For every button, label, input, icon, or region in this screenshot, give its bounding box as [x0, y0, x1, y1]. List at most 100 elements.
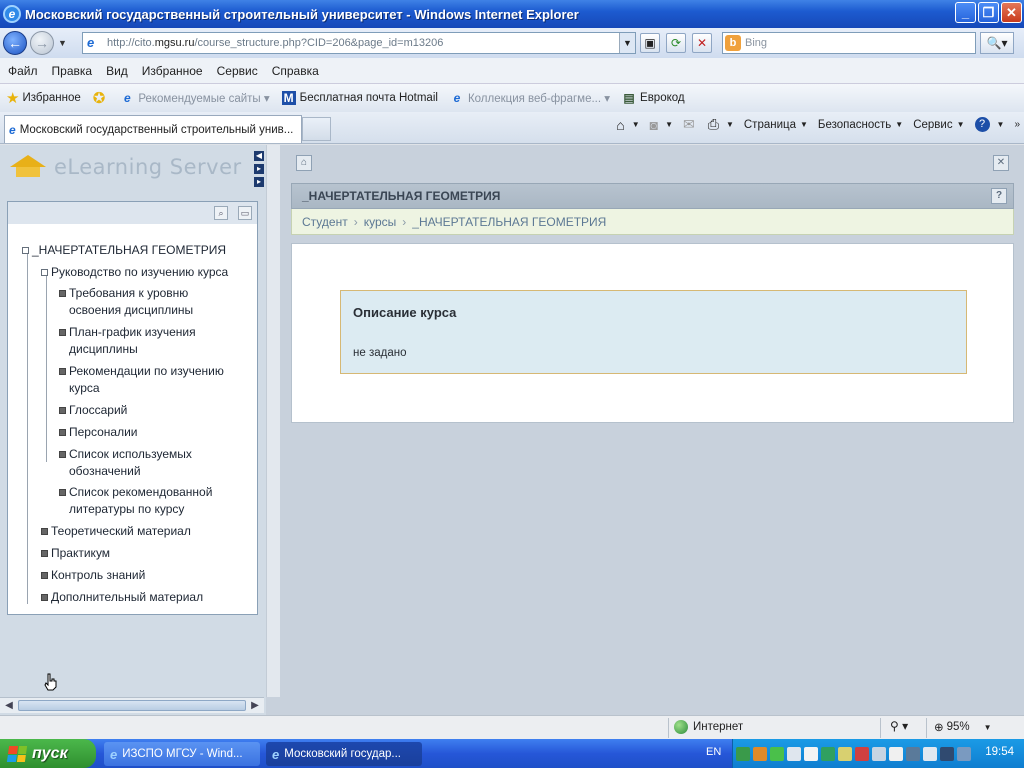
course-tree-panel: ⌕ ▭ _НАЧЕРТАТЕЛЬНАЯ ГЕОМЕТРИЯ Руководств… [7, 201, 258, 615]
help-icon: ? [974, 117, 990, 132]
tree-node-knowledge-control[interactable]: Контроль знаний [41, 567, 145, 584]
menu-favorites[interactable]: Избранное [142, 64, 203, 78]
elearning-logo: eLearning Server [10, 155, 242, 179]
tab-current[interactable]: e Московский государственный строительны… [4, 115, 302, 143]
course-title: _НАЧЕРТАТЕЛЬНАЯ ГЕОМЕТРИЯ [302, 189, 501, 203]
tree-node-additional[interactable]: Дополнительный материал [41, 589, 203, 606]
window-title: Московский государственный строительный … [25, 6, 579, 22]
home-button[interactable]: ⌂ ▼ [616, 117, 639, 133]
compatibility-view-icon[interactable]: ▣ [640, 33, 660, 53]
clock[interactable]: 19:54 [985, 746, 1014, 758]
search-button[interactable]: 🔍▾ [980, 32, 1014, 54]
start-button[interactable]: пуск [0, 739, 96, 768]
breadcrumb-courses[interactable]: курсы [364, 215, 397, 229]
protected-mode-icon[interactable]: ⚲ ▾ [890, 719, 908, 733]
page-menu[interactable]: Страница ▼ [744, 119, 808, 131]
tray-icon-8[interactable] [855, 746, 869, 761]
fav-eurocode[interactable]: ▤ Еврокод [622, 91, 684, 105]
scroll-right-icon[interactable]: ▶ [248, 699, 262, 713]
tray-icon-3[interactable] [770, 746, 784, 761]
tree-root[interactable]: _НАЧЕРТАТЕЛЬНАЯ ГЕОМЕТРИЯ [22, 242, 226, 259]
tray-icon-1[interactable] [736, 746, 750, 761]
tray-icon-10[interactable] [889, 746, 903, 761]
tray-icon-5[interactable] [804, 746, 818, 761]
tray-icon-13[interactable] [940, 746, 954, 761]
feeds-button[interactable]: ◙ ▼ [650, 117, 673, 133]
address-dropdown-icon[interactable]: ▼ [619, 33, 635, 53]
history-dropdown-icon[interactable]: ▼ [58, 38, 67, 48]
tray-icon-4[interactable] [787, 746, 801, 761]
fav-suggested-sites[interactable]: e Рекомендуемые сайты ▾ [120, 91, 270, 105]
menu-edit[interactable]: Правка [52, 64, 93, 78]
fav-web-slice-gallery[interactable]: e Коллекция веб-фрагме... ▾ [450, 91, 610, 105]
breadcrumb-course[interactable]: _НАЧЕРТАТЕЛЬНАЯ ГЕОМЕТРИЯ [412, 215, 606, 229]
help-button[interactable]: ? ▼ [974, 117, 1004, 132]
tree-node-glossary[interactable]: Глоссарий [59, 402, 127, 419]
tree-node-guide[interactable]: Руководство по изучению курса [41, 264, 228, 281]
bing-icon: b [725, 35, 741, 51]
print-button[interactable]: ⎙ ▼ [708, 116, 734, 133]
panel-collapse-controls: ◀ ▸ ▸ [254, 151, 264, 187]
breadcrumb-student[interactable]: Студент [302, 215, 348, 229]
taskbar-item-izspo[interactable]: e ИЗСПО МГСУ - Wind... [104, 742, 260, 766]
home-page-icon[interactable]: ⌂ [296, 155, 312, 171]
tree-search-icon[interactable]: ⌕ [214, 206, 228, 220]
tree-node-practicum[interactable]: Практикум [41, 545, 110, 562]
menu-bar: Файл Правка Вид Избранное Сервис Справка [0, 58, 1024, 84]
tray-icon-9[interactable] [872, 746, 886, 761]
scroll-left-icon[interactable]: ◀ [2, 699, 16, 713]
search-input[interactable]: b Bing [722, 32, 976, 54]
refresh-icon[interactable]: ⟳ [666, 33, 686, 53]
safety-menu[interactable]: Безопасность ▼ [818, 119, 903, 131]
tray-icon-2[interactable] [753, 746, 767, 761]
taskbar-item-mgsu[interactable]: e Московский государ... [266, 742, 422, 766]
page-content: eLearning Server ◀ ▸ ▸ ⌕ ▭ _НАЧЕРТАТЕЛЬН… [0, 145, 1024, 715]
menu-view[interactable]: Вид [106, 64, 128, 78]
collapse-left-icon[interactable]: ◀ [254, 151, 264, 161]
menu-help[interactable]: Справка [272, 64, 319, 78]
tray-icon-6[interactable] [821, 746, 835, 761]
language-indicator[interactable]: EN [706, 746, 721, 758]
tree-node-notation[interactable]: Список используемых обозначений [59, 446, 192, 480]
restore-button[interactable]: ❐ [978, 2, 999, 23]
collapse-up-icon[interactable]: ▸ [254, 164, 264, 174]
tree-node-theory[interactable]: Теоретический материал [41, 523, 191, 540]
scroll-thumb[interactable] [18, 700, 246, 711]
left-horizontal-scrollbar[interactable]: ◀ ▶ [0, 697, 264, 713]
taskbar: пуск e ИЗСПО МГСУ - Wind... e Московский… [0, 739, 1024, 768]
menu-tools[interactable]: Сервис [217, 64, 258, 78]
tree-node-literature[interactable]: Список рекомендованной литературы по кур… [59, 484, 212, 518]
new-tab-button[interactable] [302, 117, 331, 141]
mail-button[interactable]: ✉ [683, 116, 698, 133]
fav-hotmail[interactable]: M Бесплатная почта Hotmail [281, 91, 438, 105]
left-vertical-scrollbar[interactable] [266, 145, 280, 697]
collapse-down-icon[interactable]: ▸ [254, 177, 264, 187]
stop-icon[interactable]: ✕ [692, 33, 712, 53]
tray-icon-12[interactable] [923, 746, 937, 761]
tray-icon-7[interactable] [838, 746, 852, 761]
more-chevron[interactable]: » [1014, 119, 1020, 130]
tray-icon-11[interactable] [906, 746, 920, 761]
tree-node-persons[interactable]: Персоналии [59, 424, 138, 441]
tree-window-icon[interactable]: ▭ [238, 206, 252, 220]
minimize-button[interactable]: _ [955, 2, 976, 23]
tree-node-requirements[interactable]: Требования к уровню освоения дисциплины [59, 285, 193, 319]
description-text: не задано [353, 347, 407, 359]
tools-menu[interactable]: Сервис ▼ [913, 119, 964, 131]
printer-icon: ⎙ [707, 116, 719, 132]
address-input[interactable]: e http://cito.mgsu.ru/course_structure.p… [82, 32, 636, 54]
close-panel-icon[interactable]: ✕ [993, 155, 1009, 171]
tree-node-schedule[interactable]: План-график изучения дисциплины [59, 324, 196, 358]
close-window-button[interactable]: ✕ [1001, 2, 1022, 23]
tree-node-recommendations[interactable]: Рекомендации по изучению курса [59, 363, 224, 397]
add-favorite-button[interactable]: ✪ [93, 89, 109, 107]
zoom-control[interactable]: ⊕ 95% ▼ [934, 720, 992, 734]
course-description-box: Описание курса не задано [340, 290, 967, 374]
favorites-button[interactable]: ★ Избранное [6, 89, 81, 107]
status-bar: Интернет ⚲ ▾ ⊕ 95% ▼ [0, 715, 1024, 739]
tray-icon-14[interactable] [957, 746, 971, 761]
forward-button[interactable]: → [30, 31, 54, 55]
menu-file[interactable]: Файл [8, 64, 38, 78]
back-button[interactable]: ← [3, 31, 27, 55]
help-panel-icon[interactable]: ? [991, 188, 1007, 204]
